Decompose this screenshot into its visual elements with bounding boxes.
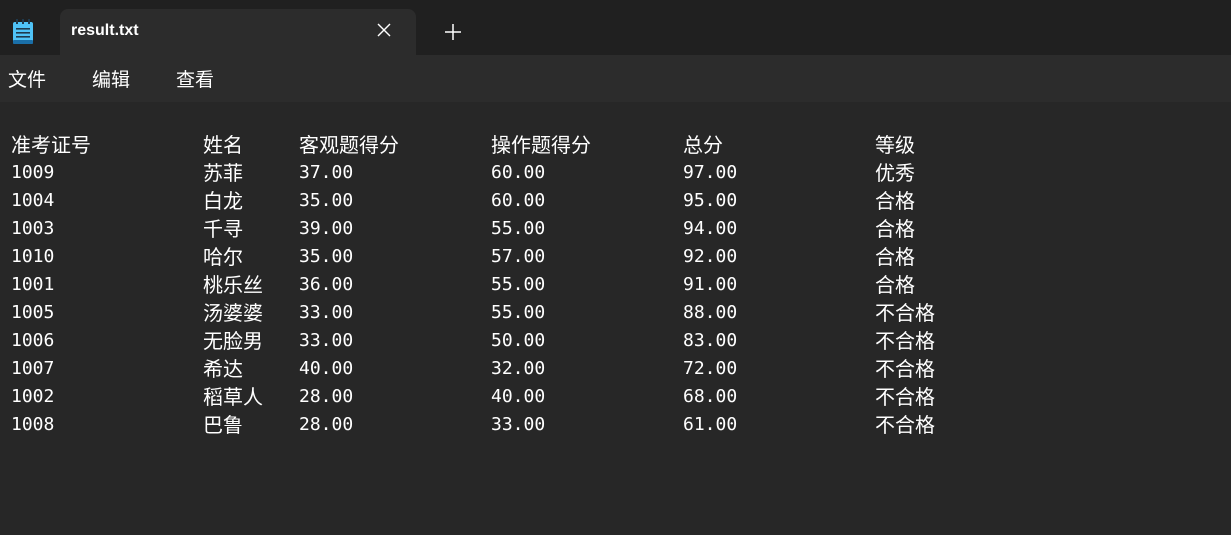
grade-cell: 合格 <box>875 189 915 213</box>
objective-score-cell: 37.00 <box>299 162 354 183</box>
objective-score-cell: 28.00 <box>299 414 354 435</box>
id-cell: 1010 <box>11 246 55 267</box>
objective-score-cell: 39.00 <box>299 218 354 239</box>
grade-cell: 合格 <box>875 245 915 269</box>
total-score-cell: 91.00 <box>683 274 738 295</box>
id-cell: 1008 <box>11 414 55 435</box>
header-cell: 等级 <box>875 133 915 157</box>
table-row: 1004 白龙 35.00 60.00 95.00 合格 <box>11 187 1111 215</box>
plus-icon[interactable] <box>444 23 462 41</box>
title-bar: result.txt <box>0 0 1231 55</box>
id-cell: 1003 <box>11 218 55 239</box>
header-row: 准考证号 姓名 客观题得分 操作题得分 总分 等级 <box>11 131 1111 159</box>
grade-cell: 不合格 <box>875 357 935 381</box>
objective-score-cell: 33.00 <box>299 302 354 323</box>
menu-edit[interactable]: 编辑 <box>92 69 130 91</box>
name-cell: 哈尔 <box>203 245 243 269</box>
name-cell: 苏菲 <box>203 161 243 185</box>
objective-score-cell: 40.00 <box>299 358 354 379</box>
table-row: 1006 无脸男 33.00 50.00 83.00 不合格 <box>11 327 1111 355</box>
total-score-cell: 72.00 <box>683 358 738 379</box>
objective-score-cell: 33.00 <box>299 330 354 351</box>
grade-cell: 不合格 <box>875 301 935 325</box>
total-score-cell: 83.00 <box>683 330 738 351</box>
id-cell: 1002 <box>11 386 55 407</box>
table-row: 1003 千寻 39.00 55.00 94.00 合格 <box>11 215 1111 243</box>
name-cell: 希达 <box>203 357 243 381</box>
table-row: 1001 桃乐丝 36.00 55.00 91.00 合格 <box>11 271 1111 299</box>
grade-cell: 合格 <box>875 217 915 241</box>
table-row: 1008 巴鲁 28.00 33.00 61.00 不合格 <box>11 411 1111 439</box>
header-cell: 客观题得分 <box>299 133 399 157</box>
practical-score-cell: 50.00 <box>491 330 546 351</box>
grade-cell: 不合格 <box>875 329 935 353</box>
name-cell: 白龙 <box>203 189 243 213</box>
notepad-icon <box>13 19 33 44</box>
menu-file[interactable]: 文件 <box>8 69 46 91</box>
table-row: 1010 哈尔 35.00 57.00 92.00 合格 <box>11 243 1111 271</box>
practical-score-cell: 60.00 <box>491 190 546 211</box>
grade-cell: 不合格 <box>875 385 935 409</box>
id-cell: 1007 <box>11 358 55 379</box>
objective-score-cell: 35.00 <box>299 190 354 211</box>
table-row: 1005 汤婆婆 33.00 55.00 88.00 不合格 <box>11 299 1111 327</box>
practical-score-cell: 57.00 <box>491 246 546 267</box>
objective-score-cell: 28.00 <box>299 386 354 407</box>
total-score-cell: 95.00 <box>683 190 738 211</box>
name-cell: 巴鲁 <box>203 413 243 437</box>
name-cell: 千寻 <box>203 217 243 241</box>
grade-cell: 优秀 <box>875 161 915 185</box>
id-cell: 1004 <box>11 190 55 211</box>
table-row: 1002 稻草人 28.00 40.00 68.00 不合格 <box>11 383 1111 411</box>
table-row: 1007 希达 40.00 32.00 72.00 不合格 <box>11 355 1111 383</box>
total-score-cell: 97.00 <box>683 162 738 183</box>
menu-view[interactable]: 查看 <box>176 69 214 91</box>
total-score-cell: 92.00 <box>683 246 738 267</box>
tab-title: result.txt <box>71 22 139 39</box>
table-row: 1009 苏菲 37.00 60.00 97.00 优秀 <box>11 159 1111 187</box>
header-cell: 准考证号 <box>11 133 91 157</box>
header-cell: 操作题得分 <box>491 133 591 157</box>
practical-score-cell: 60.00 <box>491 162 546 183</box>
id-cell: 1001 <box>11 274 55 295</box>
practical-score-cell: 55.00 <box>491 274 546 295</box>
practical-score-cell: 55.00 <box>491 218 546 239</box>
header-cell: 姓名 <box>203 133 243 157</box>
id-cell: 1009 <box>11 162 55 183</box>
total-score-cell: 61.00 <box>683 414 738 435</box>
objective-score-cell: 35.00 <box>299 246 354 267</box>
header-cell: 总分 <box>683 133 723 157</box>
practical-score-cell: 40.00 <box>491 386 546 407</box>
grade-cell: 不合格 <box>875 413 935 437</box>
text-editor[interactable]: 准考证号 姓名 客观题得分 操作题得分 总分 等级 1009 苏菲 37.00 … <box>0 102 1231 535</box>
total-score-cell: 94.00 <box>683 218 738 239</box>
id-cell: 1006 <box>11 330 55 351</box>
grade-cell: 合格 <box>875 273 915 297</box>
total-score-cell: 88.00 <box>683 302 738 323</box>
name-cell: 无脸男 <box>203 329 263 353</box>
close-icon[interactable] <box>377 23 391 37</box>
menu-bar: 文件 编辑 查看 <box>0 55 1231 102</box>
id-cell: 1005 <box>11 302 55 323</box>
objective-score-cell: 36.00 <box>299 274 354 295</box>
practical-score-cell: 32.00 <box>491 358 546 379</box>
practical-score-cell: 33.00 <box>491 414 546 435</box>
name-cell: 桃乐丝 <box>203 273 263 297</box>
practical-score-cell: 55.00 <box>491 302 546 323</box>
name-cell: 汤婆婆 <box>203 301 263 325</box>
total-score-cell: 68.00 <box>683 386 738 407</box>
tab-result-txt[interactable]: result.txt <box>60 9 416 55</box>
name-cell: 稻草人 <box>203 385 263 409</box>
